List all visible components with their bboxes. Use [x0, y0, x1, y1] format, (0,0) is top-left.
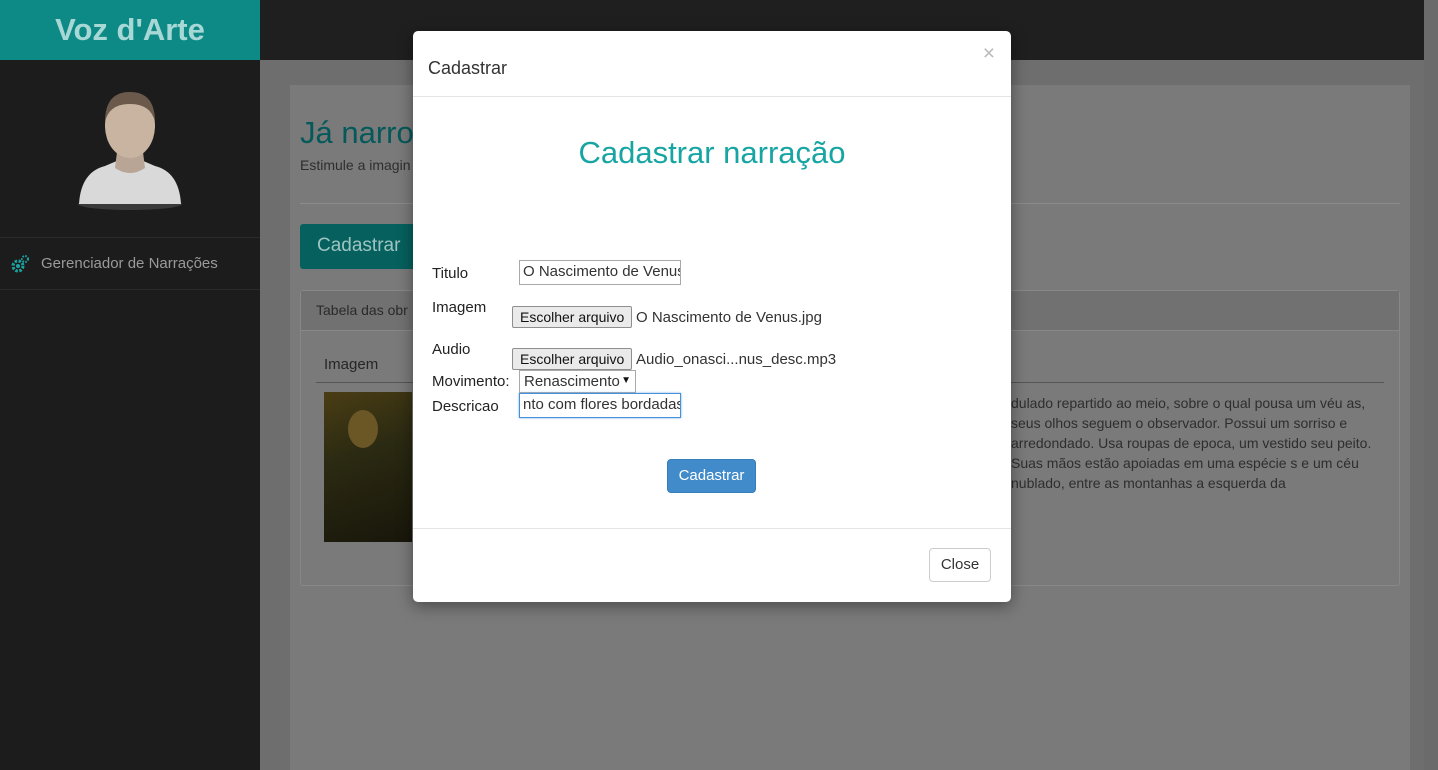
avatar-area	[0, 60, 260, 238]
descricao-input[interactable]: nto com flores bordadas.	[519, 393, 681, 418]
audio-file-name: Audio_onasci...nus_desc.mp3	[636, 351, 837, 368]
modal-title: Cadastrar	[428, 58, 508, 78]
modal-footer: Close	[413, 528, 1011, 602]
close-button[interactable]: Close	[929, 548, 991, 582]
close-icon[interactable]: ×	[983, 43, 995, 64]
avatar	[78, 91, 182, 210]
titulo-label: Titulo	[432, 265, 469, 282]
sidebar-item-gerenciador[interactable]: Gerenciador de Narrações	[0, 238, 260, 290]
sidebar: Voz d'Arte Gerenciador de Narrações	[0, 0, 260, 770]
brand-header: Voz d'Arte	[0, 0, 260, 60]
artwork-description: dulado repartido ao meio, sobre o qual p…	[1011, 395, 1372, 491]
descricao-label: Descricao	[432, 398, 499, 415]
submit-button[interactable]: Cadastrar	[667, 459, 756, 493]
modal-header: Cadastrar ×	[413, 31, 1011, 97]
sidebar-item-label: Gerenciador de Narrações	[41, 255, 218, 272]
column-header-imagem: Imagem	[324, 356, 379, 373]
imagem-file-name: O Nascimento de Venus.jpg	[636, 309, 822, 326]
titulo-input[interactable]: O Nascimento de Venus	[519, 260, 681, 285]
audio-file-button[interactable]: Escolher arquivo	[512, 348, 633, 370]
page-subtitle: Estimule a imagin	[300, 157, 411, 173]
audio-label: Audio	[432, 341, 471, 358]
gears-icon	[10, 254, 30, 274]
imagem-file-button[interactable]: Escolher arquivo	[512, 306, 633, 328]
movimento-select[interactable]: Renascimento ▼	[519, 370, 636, 393]
form-heading: Cadastrar narração	[578, 135, 846, 170]
movimento-label: Movimento:	[432, 373, 510, 390]
imagem-label: Imagem	[432, 299, 487, 316]
page-scrollbar[interactable]	[1424, 0, 1438, 770]
register-modal: Cadastrar × Cadastrar narração Titulo O …	[413, 31, 1011, 602]
artwork-thumbnail	[324, 392, 412, 542]
brand-title[interactable]: Voz d'Arte	[55, 12, 205, 48]
dropdown-arrow-icon: ▼	[621, 375, 631, 386]
page-title: Já narro	[300, 115, 414, 150]
movimento-selected-value: Renascimento	[524, 373, 620, 390]
